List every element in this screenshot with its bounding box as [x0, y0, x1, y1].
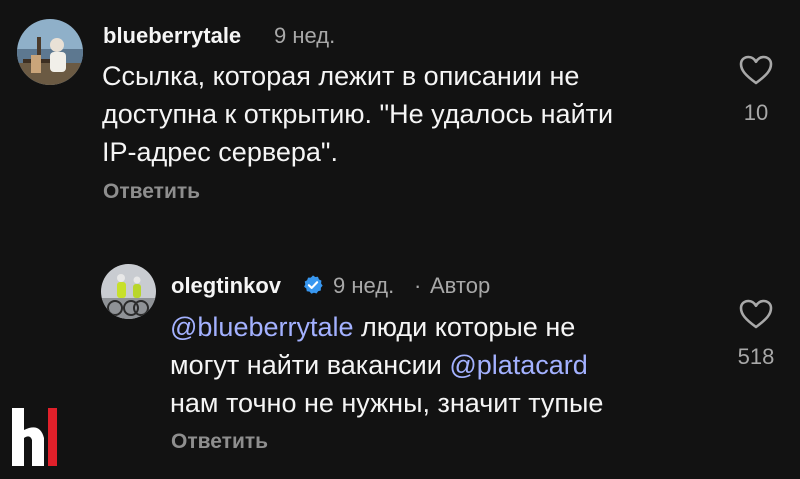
comment-username[interactable]: blueberrytale — [103, 23, 241, 49]
mention-link[interactable]: @platacard — [449, 350, 587, 380]
heart-outline-icon[interactable] — [738, 54, 774, 86]
reply-button[interactable]: Ответить — [103, 180, 200, 204]
comment-text: @blueberrytale люди которые не могут най… — [170, 308, 603, 422]
comment-text-line: могут найти вакансии @platacard — [170, 346, 603, 384]
avatar-blueberrytale[interactable] — [17, 19, 83, 85]
comment-text-fragment: люди которые не — [353, 312, 576, 342]
comment-timestamp: 9 нед. — [274, 23, 336, 48]
comment-text: Ссылка, которая лежит в описании не дост… — [102, 57, 613, 171]
heart-outline-icon[interactable] — [738, 298, 774, 330]
comment-text-line: нам точно не нужны, значит тупые — [170, 388, 604, 418]
comment-blueberrytale: blueberrytale 9 нед. Ссылка, которая леж… — [0, 0, 800, 220]
mention-link[interactable]: @blueberrytale — [170, 312, 354, 342]
comment-text-line: доступна к открытию. "Не удалось найти — [102, 99, 614, 129]
comment-olegtinkov: olegtinkov 9 нед. · Автор @blueberrytale… — [0, 220, 800, 479]
comment-timestamp: 9 нед. — [333, 273, 395, 298]
avatar-olegtinkov[interactable] — [101, 264, 156, 319]
like-count: 518 — [737, 344, 775, 369]
like-block: 10 — [732, 54, 780, 126]
meta-separator: · — [414, 273, 422, 298]
brand-logo — [12, 408, 57, 466]
verified-badge-icon — [304, 275, 323, 294]
author-label: Автор — [430, 273, 491, 298]
reply-button[interactable]: Ответить — [171, 430, 268, 454]
comment-text-fragment: могут найти вакансии — [170, 350, 450, 380]
comment-username[interactable]: olegtinkov — [171, 273, 281, 299]
comment-text-line: @blueberrytale люди которые не — [170, 308, 603, 346]
comment-text-line: IP-адрес сервера". — [102, 137, 339, 167]
like-block: 518 — [732, 298, 780, 370]
comment-text-line: Ссылка, которая лежит в описании не — [102, 61, 580, 91]
like-count: 10 — [743, 100, 769, 125]
